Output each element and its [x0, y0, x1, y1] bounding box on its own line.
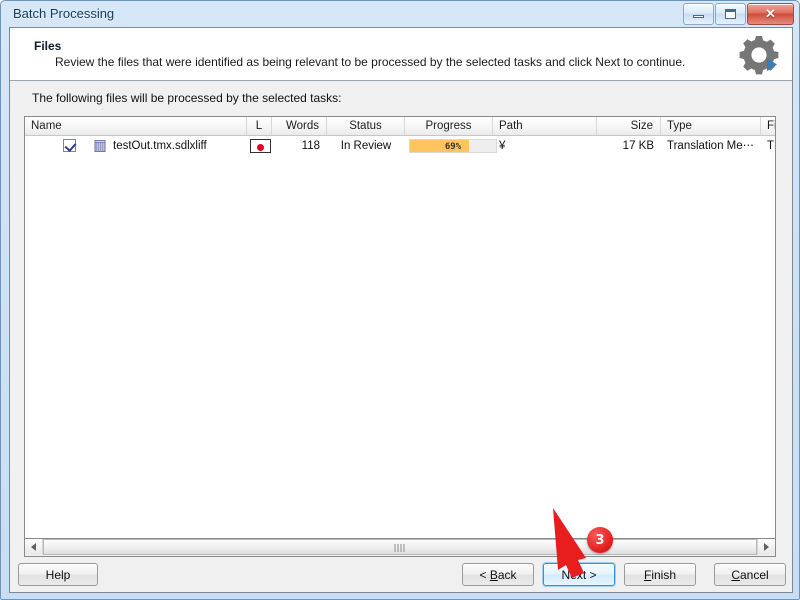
maximize-icon	[725, 9, 736, 19]
column-header-status[interactable]: Status	[327, 117, 405, 135]
minimize-button[interactable]	[683, 3, 714, 25]
files-list[interactable]: Name L Words Status Progress Path Size T…	[24, 116, 776, 539]
column-header-type[interactable]: Type	[661, 117, 761, 135]
page-header-banner: Files Review the files that were identif…	[10, 28, 792, 81]
next-button[interactable]: Next >	[543, 563, 615, 586]
column-header-language[interactable]: L	[247, 117, 272, 135]
scroll-left-arrow[interactable]	[25, 539, 43, 555]
horizontal-scrollbar[interactable]	[24, 539, 776, 557]
column-header-name[interactable]: Name	[25, 117, 247, 135]
cancel-button[interactable]: Cancel	[714, 563, 786, 586]
back-button[interactable]: < Back	[462, 563, 534, 586]
translation-memory-icon	[93, 139, 107, 153]
scroll-grip-icon	[394, 544, 406, 552]
scroll-right-arrow[interactable]	[757, 539, 775, 555]
table-row[interactable]: testOut.tmx.sdlxliff 118 In Review 69% ¥…	[25, 136, 775, 156]
files-list-header: Name L Words Status Progress Path Size T…	[25, 117, 775, 136]
gear-play-icon	[736, 32, 782, 78]
close-icon: ✕	[765, 6, 776, 21]
column-header-progress[interactable]: Progress	[405, 117, 493, 135]
next-button-label: Next >	[561, 567, 597, 582]
column-header-path[interactable]: Path	[493, 117, 597, 135]
row-checkbox[interactable]	[63, 139, 76, 152]
minimize-icon	[693, 15, 704, 18]
horizontal-scroll-thumb[interactable]	[43, 539, 757, 555]
cell-file-type: TMX Fi	[767, 140, 775, 152]
cell-type: Translation Me⋯	[667, 140, 755, 152]
progress-label: 69%	[444, 142, 462, 152]
column-header-size[interactable]: Size	[597, 117, 661, 135]
window-controls: ✕	[682, 3, 794, 25]
cell-path: ¥	[499, 140, 506, 152]
back-button-label: < Back	[479, 567, 517, 582]
progress-bar: 69%	[409, 139, 497, 153]
help-button[interactable]: Help	[18, 563, 98, 586]
column-header-file-type[interactable]: File Ty	[761, 117, 775, 135]
cancel-button-label: Cancel	[731, 567, 769, 582]
window-title: Batch Processing	[13, 6, 115, 21]
close-button[interactable]: ✕	[747, 3, 794, 25]
cell-size: 17 KB	[622, 140, 654, 152]
batch-processing-window: Batch Processing ✕ Files Review the file…	[0, 0, 800, 600]
maximize-button[interactable]	[715, 3, 746, 25]
files-note: The following files will be processed by…	[32, 91, 342, 105]
title-bar[interactable]: Batch Processing ✕	[1, 1, 799, 27]
japan-flag-icon	[250, 139, 271, 153]
page-title: Files	[34, 39, 62, 53]
dialog-footer: Help < Back Next > Finish Cancel	[9, 557, 793, 593]
page-description: Review the files that were identified as…	[55, 55, 686, 69]
cell-status: In Review	[340, 140, 392, 152]
cell-words: 118	[301, 140, 320, 152]
help-button-label: Help	[45, 567, 71, 582]
column-header-words[interactable]: Words	[272, 117, 327, 135]
finish-button[interactable]: Finish	[624, 563, 696, 586]
cell-name: testOut.tmx.sdlxliff	[113, 140, 207, 152]
finish-button-label: Finish	[643, 567, 677, 582]
dialog-client-area: Files Review the files that were identif…	[9, 27, 793, 567]
